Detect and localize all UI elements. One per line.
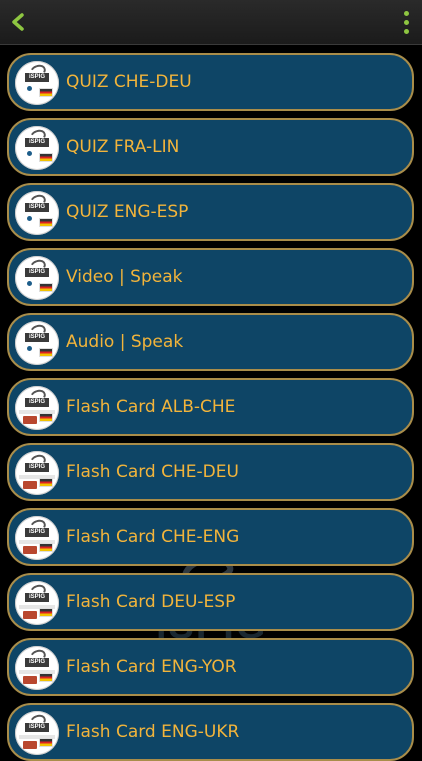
top-bar (0, 0, 422, 45)
logo-text: iSPIG (25, 463, 49, 472)
flashcard-icon: iSPIG (15, 711, 59, 755)
flashcard-icon: iSPIG (15, 516, 59, 560)
icon-tag: QUIZ (23, 216, 35, 228)
flashcard-card-icon (23, 741, 37, 749)
logo-text: iSPIG (25, 723, 49, 732)
list-item[interactable]: iSPIG QUIZ QUIZ CHE-DEU (7, 53, 414, 111)
quiz-icon: iSPIG QUIZ (15, 61, 59, 105)
audio-speak-icon: iSPIG LISTEN (15, 321, 59, 365)
list-item[interactable]: iSPIG Flash Card ALB-CHE (7, 378, 414, 436)
list-item-label: Audio | Speak (66, 332, 184, 352)
flashcard-card-icon (23, 611, 37, 619)
icon-tag: LISTEN (23, 346, 35, 358)
list-item-label: Flash Card ENG-UKR (66, 722, 240, 742)
logo-text: iSPIG (25, 203, 49, 212)
list-item-label: QUIZ FRA-LIN (66, 137, 180, 157)
flashcard-card-icon (23, 416, 37, 424)
flag-icon (39, 88, 53, 97)
back-button[interactable] (4, 6, 32, 38)
list-item[interactable]: iSPIG QUIZ QUIZ ENG-ESP (7, 183, 414, 241)
icon-tag: QUIZ (23, 151, 35, 163)
list-item-label: QUIZ ENG-ESP (66, 202, 189, 222)
list-item-label: Flash Card CHE-ENG (66, 527, 240, 547)
chevron-left-icon (12, 13, 24, 31)
flashcard-icon: iSPIG (15, 386, 59, 430)
flag-icon (39, 413, 53, 422)
flag-icon (39, 283, 53, 292)
flag-icon (39, 608, 53, 617)
quiz-icon: iSPIG QUIZ (15, 126, 59, 170)
list-item[interactable]: iSPIG Flash Card CHE-ENG (7, 508, 414, 566)
flashcard-icon: iSPIG (15, 451, 59, 495)
flag-icon (39, 673, 53, 682)
logo-text: iSPIG (25, 593, 49, 602)
logo-text: iSPIG (25, 268, 49, 277)
menu-dot-icon (403, 28, 409, 34)
icon-tag: QUIZ (23, 86, 35, 98)
flag-icon (39, 543, 53, 552)
overflow-menu-button[interactable] (398, 8, 414, 36)
menu-dot-icon (403, 10, 409, 16)
list-item-label: QUIZ CHE-DEU (66, 72, 192, 92)
list-item[interactable]: iSPIG LISTEN Audio | Speak (7, 313, 414, 371)
list-item-label: Flash Card ENG-YOR (66, 657, 237, 677)
icon-tag: WATCH (23, 281, 35, 293)
list-item[interactable]: iSPIG Flash Card DEU-ESP (7, 573, 414, 631)
logo-text: iSPIG (25, 398, 49, 407)
flashcard-card-icon (23, 546, 37, 554)
list-item-label: Video | Speak (66, 267, 183, 287)
logo-text: iSPIG (25, 528, 49, 537)
list-item[interactable]: iSPIG Flash Card ENG-UKR (7, 703, 414, 761)
list-item-label: Flash Card ALB-CHE (66, 397, 236, 417)
video-speak-icon: iSPIG WATCH (15, 256, 59, 300)
list-item[interactable]: iSPIG Flash Card ENG-YOR (7, 638, 414, 696)
logo-text: iSPIG (25, 73, 49, 82)
list-item[interactable]: iSPIG QUIZ QUIZ FRA-LIN (7, 118, 414, 176)
flashcard-card-icon (23, 481, 37, 489)
flashcard-icon: iSPIG (15, 581, 59, 625)
flag-icon (39, 153, 53, 162)
menu-dot-icon (403, 19, 409, 25)
logo-text: iSPIG (25, 658, 49, 667)
flag-icon (39, 738, 53, 747)
logo-text: iSPIG (25, 138, 49, 147)
flag-icon (39, 348, 53, 357)
logo-text: iSPIG (25, 333, 49, 342)
list-item[interactable]: iSPIG WATCH Video | Speak (7, 248, 414, 306)
flag-icon (39, 218, 53, 227)
list-item-label: Flash Card CHE-DEU (66, 462, 239, 482)
list-item[interactable]: iSPIG Flash Card CHE-DEU (7, 443, 414, 501)
quiz-icon: iSPIG QUIZ (15, 191, 59, 235)
flashcard-card-icon (23, 676, 37, 684)
list-item-label: Flash Card DEU-ESP (66, 592, 236, 612)
flashcard-icon: iSPIG (15, 646, 59, 690)
flag-icon (39, 478, 53, 487)
